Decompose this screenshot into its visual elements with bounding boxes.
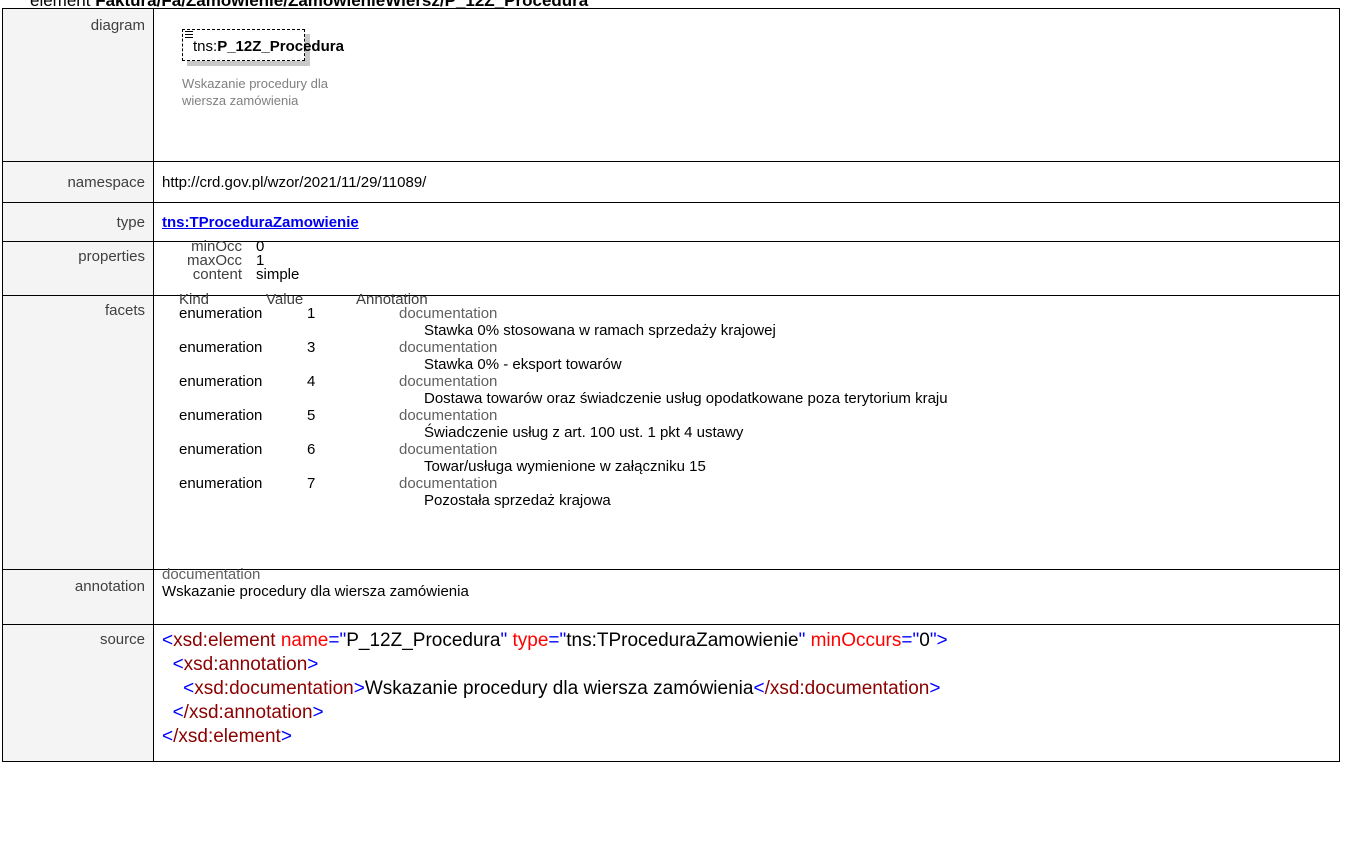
facet-entry: enumeration 5 documentation Świadczenie us… (179, 407, 744, 441)
namespace-value: http://crd.gov.pl/wzor/2021/11/29/11089/ (153, 161, 1340, 203)
annotation-doc-label: documentation (162, 566, 261, 583)
facet-entry: enumeration 1 documentation Stawka 0% stos… (179, 305, 776, 339)
sequence-icon (185, 31, 193, 38)
source-line: <xsd:annotation> (172, 654, 319, 675)
property-item: minOcc 0 (191, 238, 265, 255)
type-link[interactable]: tns:TProceduraZamowienie (162, 214, 359, 231)
source-line: <xsd:element name="P_12Z_Procedura" type… (162, 630, 948, 651)
type-cell: tns:TProceduraZamowienie (153, 202, 1340, 242)
annotation-cell: documentation Wskazanie procedury dla wi… (153, 566, 1340, 625)
type-row: type tns:TProceduraZamowienie (2, 202, 1340, 242)
properties-cell: minOcc 0 maxOcc 1 content simple (153, 238, 1340, 296)
diagram-label: diagram (2, 8, 154, 162)
type-label: type (2, 202, 154, 242)
facets-cell: Kind Value Annotation enumeration 1 docume… (153, 291, 1340, 570)
source-line: </xsd:element> (162, 726, 292, 747)
property-item: maxOcc 1 (186, 252, 265, 269)
facet-entry: enumeration 7 documentation Pozostała sprz… (179, 475, 611, 509)
source-code: <xsd:element name="P_12Z_Procedura" type… (162, 625, 1339, 749)
annotation-text: Wskazanie procedury dla wiersza zamówien… (162, 583, 469, 600)
facets-header: Kind Value Annotation (179, 291, 428, 308)
source-row: source <xsd:element name="P_12Z_Procedur… (2, 624, 1340, 762)
annotation-label: annotation (2, 569, 154, 625)
source-line: <xsd:documentation>Wskazanie procedury d… (183, 678, 941, 699)
properties-label: properties (2, 241, 154, 296)
source-line: </xsd:annotation> (172, 702, 324, 723)
properties-row: properties minOcc 0 maxOcc 1 content simple (2, 238, 1340, 296)
facet-entry: enumeration 4 documentation Dostawa towaró… (179, 373, 948, 407)
element-doc-table: diagram tns:P_12Z_Procedura Wskazanie pr… (2, 8, 1340, 762)
diagram-caption: Wskazanie procedury dla wiersza zamówien… (182, 76, 328, 108)
diagram-element-box[interactable]: tns:P_12Z_Procedura (182, 29, 344, 61)
namespace-row: namespace http://crd.gov.pl/wzor/2021/11… (2, 161, 1340, 203)
facet-entry: enumeration 3 documentation Stawka 0% - ek… (179, 339, 622, 373)
diagram-cell: tns:P_12Z_Procedura Wskazanie procedury … (153, 8, 1340, 162)
source-cell: <xsd:element name="P_12Z_Procedura" type… (153, 624, 1340, 762)
property-item: content simple (192, 266, 300, 283)
facets-label: facets (2, 295, 154, 570)
facet-entry: enumeration 6 documentation Towar/usługa w… (179, 441, 706, 475)
diagram-row: diagram tns:P_12Z_Procedura Wskazanie pr… (2, 8, 1340, 162)
facets-row: facets Kind Value Annotation enumeration… (2, 291, 1340, 570)
namespace-label: namespace (2, 161, 154, 203)
source-label: source (2, 624, 154, 762)
annotation-row: annotation documentation Wskazanie proce… (2, 566, 1340, 625)
diagram-element-name: tns:P_12Z_Procedura (193, 38, 344, 55)
